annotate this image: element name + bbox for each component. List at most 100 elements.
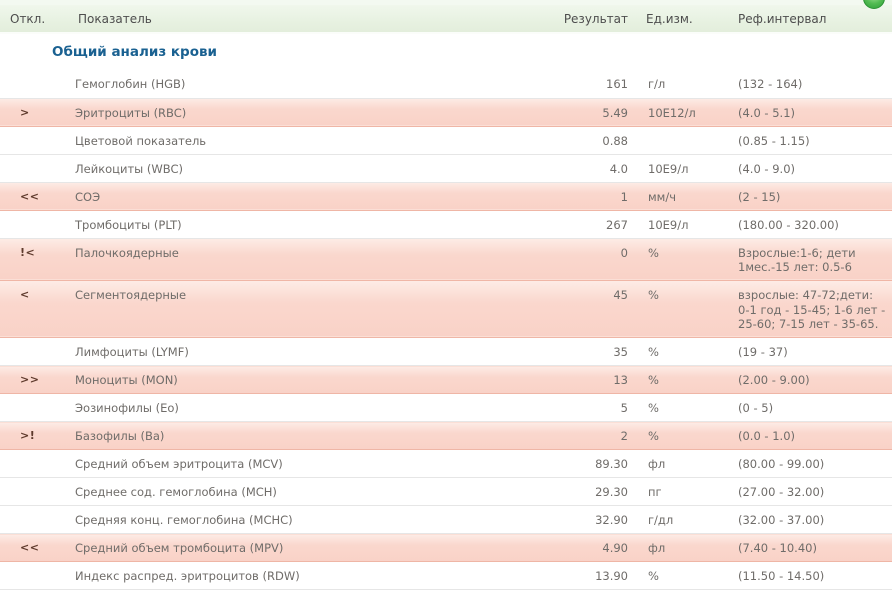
indicator-cell: Индекс распред. эритроцитов (RDW) (65, 562, 560, 590)
deviation-cell: !< (0, 238, 65, 280)
indicator-cell: Лейкоциты (WBC) (65, 154, 560, 182)
table-row: Средняя конц. гемоглобина (MCHC) 32.90 г… (0, 506, 892, 534)
unit-cell: % (632, 238, 730, 280)
result-cell: 89.30 (560, 450, 632, 478)
table-row: < Сегментоядерные 45 % взрослые: 47-72;д… (0, 280, 892, 337)
deviation-cell: << (0, 534, 65, 562)
result-cell: 0.88 (560, 126, 632, 154)
deviation-cell: << (0, 182, 65, 210)
unit-cell: фл (632, 450, 730, 478)
column-header-unit: Ед.изм. (632, 5, 730, 33)
table-row: Индекс распред. эритроцитов (RDW) 13.90 … (0, 562, 892, 590)
deviation-cell (0, 562, 65, 590)
result-cell: 267 (560, 210, 632, 238)
results-table-body: Общий анализ крови Гемоглобин (HGB) 161 … (0, 33, 892, 590)
table-row: Эозинофилы (Eo) 5 % (0 - 5) (0, 394, 892, 422)
reference-cell: (180.00 - 320.00) (730, 210, 892, 238)
column-header-reference: Реф.интервал (730, 5, 892, 33)
reference-cell: (7.40 - 10.40) (730, 534, 892, 562)
table-row: Гемоглобин (HGB) 161 г/л (132 - 164) (0, 70, 892, 98)
deviation-cell (0, 450, 65, 478)
indicator-cell: Моноциты (MON) (65, 366, 560, 394)
column-header-indicator: Показатель (65, 5, 560, 33)
table-row: Лимфоциты (LYMF) 35 % (19 - 37) (0, 338, 892, 366)
result-cell: 29.30 (560, 478, 632, 506)
table-header-row: Откл. Показатель Результат Ед.изм. Реф.и… (0, 5, 892, 33)
result-cell: 35 (560, 338, 632, 366)
table-row: !< Палочкоядерные 0 % Взрослые:1-6; дети… (0, 238, 892, 280)
table-row: Тромбоциты (PLT) 267 10E9/л (180.00 - 32… (0, 210, 892, 238)
result-cell: 2 (560, 422, 632, 450)
result-cell: 4.90 (560, 534, 632, 562)
deviation-cell (0, 70, 65, 98)
indicator-cell: Палочкоядерные (65, 238, 560, 280)
lab-results-page: Откл. Показатель Результат Ед.изм. Реф.и… (0, 0, 892, 603)
indicator-cell: Гемоглобин (HGB) (65, 70, 560, 98)
unit-cell: % (632, 422, 730, 450)
reference-cell: (4.0 - 9.0) (730, 154, 892, 182)
reference-cell: (0 - 5) (730, 394, 892, 422)
reference-cell: взрослые: 47-72;дети: 0-1 год - 15-45; 1… (730, 280, 892, 337)
reference-cell: (11.50 - 14.50) (730, 562, 892, 590)
deviation-cell (0, 126, 65, 154)
indicator-cell: Среднее сод. гемоглобина (MCH) (65, 478, 560, 506)
deviation-cell: > (0, 98, 65, 126)
result-cell: 13 (560, 366, 632, 394)
unit-cell: г/дл (632, 506, 730, 534)
indicator-cell: Лимфоциты (LYMF) (65, 338, 560, 366)
indicator-cell: Эозинофилы (Eo) (65, 394, 560, 422)
unit-cell: г/л (632, 70, 730, 98)
indicator-cell: Тромбоциты (PLT) (65, 210, 560, 238)
result-cell: 1 (560, 182, 632, 210)
result-cell: 13.90 (560, 562, 632, 590)
unit-cell: 10E12/л (632, 98, 730, 126)
indicator-cell: Эритроциты (RBC) (65, 98, 560, 126)
unit-cell (632, 126, 730, 154)
table-row: >> Моноциты (MON) 13 % (2.00 - 9.00) (0, 366, 892, 394)
indicator-cell: Средний объем тромбоцита (MPV) (65, 534, 560, 562)
deviation-cell (0, 394, 65, 422)
unit-cell: % (632, 338, 730, 366)
deviation-cell: >! (0, 422, 65, 450)
unit-cell: % (632, 394, 730, 422)
indicator-cell: СОЭ (65, 182, 560, 210)
table-row: Лейкоциты (WBC) 4.0 10E9/л (4.0 - 9.0) (0, 154, 892, 182)
lab-results-table: Откл. Показатель Результат Ед.изм. Реф.и… (0, 5, 892, 590)
reference-cell: (80.00 - 99.00) (730, 450, 892, 478)
result-cell: 4.0 (560, 154, 632, 182)
column-header-result: Результат (560, 5, 632, 33)
table-row: Среднее сод. гемоглобина (MCH) 29.30 пг … (0, 478, 892, 506)
indicator-cell: Средняя конц. гемоглобина (MCHC) (65, 506, 560, 534)
result-cell: 45 (560, 280, 632, 337)
deviation-cell (0, 210, 65, 238)
unit-cell: 10E9/л (632, 154, 730, 182)
table-row: > Эритроциты (RBC) 5.49 10E12/л (4.0 - 5… (0, 98, 892, 126)
result-cell: 161 (560, 70, 632, 98)
indicator-cell: Цветовой показатель (65, 126, 560, 154)
indicator-cell: Базофилы (Ba) (65, 422, 560, 450)
table-row: Цветовой показатель 0.88 (0.85 - 1.15) (0, 126, 892, 154)
result-cell: 0 (560, 238, 632, 280)
table-row: >! Базофилы (Ba) 2 % (0.0 - 1.0) (0, 422, 892, 450)
reference-cell: Взрослые:1-6; дети 1мес.-15 лет: 0.5-6 (730, 238, 892, 280)
reference-cell: (4.0 - 5.1) (730, 98, 892, 126)
reference-cell: (2.00 - 9.00) (730, 366, 892, 394)
deviation-cell (0, 506, 65, 534)
reference-cell: (132 - 164) (730, 70, 892, 98)
reference-cell: (19 - 37) (730, 338, 892, 366)
indicator-cell: Средний объем эритроцита (MCV) (65, 450, 560, 478)
unit-cell: 10E9/л (632, 210, 730, 238)
result-cell: 5.49 (560, 98, 632, 126)
table-row: << Средний объем тромбоцита (MPV) 4.90 ф… (0, 534, 892, 562)
unit-cell: % (632, 366, 730, 394)
reference-cell: (0.0 - 1.0) (730, 422, 892, 450)
reference-cell: (32.00 - 37.00) (730, 506, 892, 534)
table-row: << СОЭ 1 мм/ч (2 - 15) (0, 182, 892, 210)
result-cell: 32.90 (560, 506, 632, 534)
reference-cell: (27.00 - 32.00) (730, 478, 892, 506)
result-cell: 5 (560, 394, 632, 422)
unit-cell: мм/ч (632, 182, 730, 210)
reference-cell: (0.85 - 1.15) (730, 126, 892, 154)
column-header-deviation: Откл. (0, 5, 65, 33)
section-title: Общий анализ крови (0, 33, 892, 70)
